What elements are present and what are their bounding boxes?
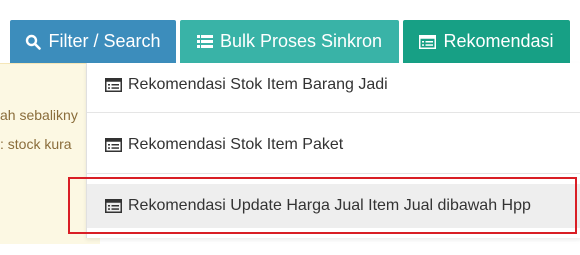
- search-icon: [25, 34, 42, 50]
- list-alt-icon: [105, 199, 122, 213]
- rekomendasi-button[interactable]: Rekomendasi: [403, 20, 570, 63]
- list-icon: [196, 34, 213, 49]
- bulk-proses-sinkron-button[interactable]: Bulk Proses Sinkron: [180, 20, 399, 63]
- menu-item-label: Rekomendasi Stok Item Paket: [128, 136, 344, 153]
- notice-text-line-1: ah sebalikny: [0, 107, 78, 123]
- menu-item-stok-paket[interactable]: Rekomendasi Stok Item Paket: [87, 123, 580, 167]
- menu-item-label: Rekomendasi Stok Item Barang Jadi: [128, 76, 388, 93]
- menu-item-label: Rekomendasi Update Harga Jual Item Jual …: [128, 197, 531, 214]
- notice-panel: ah sebalikny : stock kura: [0, 63, 100, 244]
- menu-item-update-harga-jual[interactable]: Rekomendasi Update Harga Jual Item Jual …: [87, 184, 580, 228]
- menu-divider: [87, 112, 580, 113]
- notice-text-line-2: : stock kura: [0, 136, 72, 152]
- list-alt-icon: [105, 78, 122, 92]
- rekomendasi-label: Rekomendasi: [443, 31, 554, 51]
- filter-search-button[interactable]: Filter / Search: [10, 20, 176, 63]
- filter-search-label: Filter / Search: [48, 31, 161, 51]
- list-alt-icon: [419, 34, 437, 49]
- list-alt-icon: [105, 138, 122, 152]
- menu-divider: [87, 173, 580, 174]
- rekomendasi-dropdown-menu: Rekomendasi Stok Item Barang Jadi Rekome…: [86, 63, 580, 238]
- bulk-proses-sinkron-label: Bulk Proses Sinkron: [219, 31, 383, 51]
- menu-item-stok-barang-jadi[interactable]: Rekomendasi Stok Item Barang Jadi: [87, 63, 580, 107]
